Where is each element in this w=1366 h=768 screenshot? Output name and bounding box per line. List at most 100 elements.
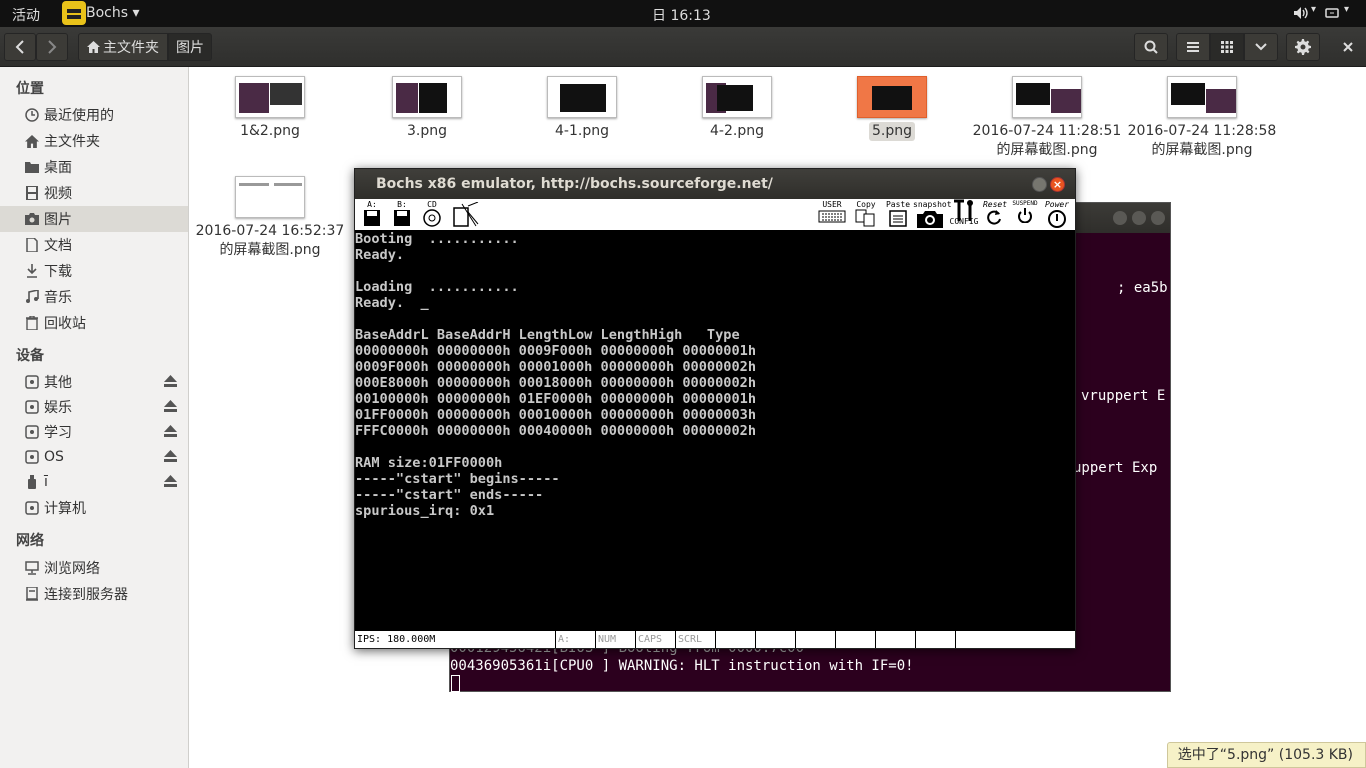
home-icon (24, 133, 40, 149)
sidebar-item-device-other[interactable]: 其他 (0, 369, 188, 395)
sidebar-item-recent[interactable]: 最近使用的 (0, 102, 188, 128)
forward-arrow-icon (48, 40, 57, 54)
file-item[interactable]: 4-2.png (662, 76, 812, 141)
clock[interactable]: 日 16:13 (652, 5, 711, 25)
minimize-button[interactable] (1032, 177, 1047, 192)
toolbar-label: snapshot (913, 200, 952, 209)
power-button[interactable]: Power (1041, 200, 1073, 231)
sidebar-item-label: 文档 (44, 238, 72, 254)
reset-button[interactable]: Reset (981, 200, 1009, 227)
bochs-window[interactable]: Bochs x86 emulator, http://bochs.sourcef… (354, 168, 1076, 649)
eject-icon[interactable] (164, 375, 177, 391)
status-slot (796, 631, 836, 648)
drive-icon (24, 500, 40, 516)
eject-icon[interactable] (164, 400, 177, 416)
eject-icon[interactable] (164, 425, 177, 441)
eject-icon[interactable] (164, 450, 177, 466)
sidebar-item-label: 视频 (44, 186, 72, 202)
search-icon (1144, 40, 1158, 54)
volume-icon[interactable] (1293, 6, 1309, 24)
file-item[interactable]: 1&2.png (195, 76, 345, 141)
sidebar-item-device-study[interactable]: 学习 (0, 419, 188, 445)
music-note-icon (24, 289, 40, 305)
sidebar-item-pictures[interactable]: 图片 (0, 206, 188, 232)
settings-button[interactable] (1286, 33, 1320, 61)
close-button[interactable]: × (1050, 177, 1065, 192)
screen-line (355, 311, 1075, 327)
floppy-a-button[interactable]: A: (361, 200, 383, 229)
drive-icon (24, 374, 40, 390)
boot-disk-icon (453, 201, 479, 227)
file-item[interactable]: 3.png (352, 76, 502, 141)
breadcrumb-home[interactable]: 主文件夹 (78, 33, 168, 61)
sidebar-item-music[interactable]: 音乐 (0, 284, 188, 310)
window-close-button[interactable] (1334, 33, 1362, 61)
sidebar-item-videos[interactable]: 视频 (0, 180, 188, 206)
file-name-line2: 的屏幕截图.png (1151, 142, 1253, 158)
close-button[interactable] (1151, 211, 1165, 225)
sidebar-item-trash[interactable]: 回收站 (0, 310, 188, 336)
sidebar-item-documents[interactable]: 文档 (0, 232, 188, 258)
user-button[interactable]: USER (817, 200, 847, 225)
sidebar-item-browse-network[interactable]: 浏览网络 (0, 555, 188, 581)
screen-line: Booting ........... (355, 231, 519, 247)
sidebar-item-label: OS (44, 449, 64, 465)
back-button[interactable] (4, 33, 36, 61)
suspend-button[interactable]: SUSPEND (1009, 200, 1041, 225)
grid-view-button[interactable] (1210, 33, 1244, 61)
toolbar-label: SUSPEND (1012, 200, 1038, 207)
sidebar-item-home[interactable]: 主文件夹 (0, 128, 188, 154)
file-name: 5.png (868, 122, 915, 141)
sidebar-item-downloads[interactable]: 下载 (0, 258, 188, 284)
snapshot-button[interactable]: snapshot (913, 200, 952, 231)
eject-icon[interactable] (164, 475, 177, 491)
file-item[interactable]: 2016-07-24 11:28:58 的屏幕截图.png (1127, 76, 1277, 160)
floppy-b-button[interactable]: B: (391, 200, 413, 229)
copy-button[interactable]: Copy (853, 200, 879, 229)
config-button[interactable]: CONFIG (949, 199, 979, 226)
film-icon (24, 185, 40, 201)
sidebar-item-desktop[interactable]: 桌面 (0, 154, 188, 180)
boot-button[interactable] (451, 201, 481, 230)
screen-line: 00000000h 00000000h 0009F000h 00000000h … (355, 343, 757, 359)
sidebar-item-connect-server[interactable]: 连接到服务器 (0, 581, 188, 607)
bochs-titlebar[interactable]: Bochs x86 emulator, http://bochs.sourcef… (355, 169, 1075, 199)
sidebar-item-device-os[interactable]: OS (0, 444, 188, 470)
breadcrumb-current[interactable]: 图片 (168, 33, 212, 61)
file-item[interactable]: 2016-07-24 16:52:37 的屏幕截图.png (195, 176, 345, 260)
camera-icon (917, 211, 943, 228)
chevron-down-icon (1255, 43, 1267, 51)
sidebar-item-computer[interactable]: 计算机 (0, 495, 188, 521)
power-icon[interactable] (1324, 6, 1340, 24)
file-item[interactable]: 2016-07-24 11:28:51 的屏幕截图.png (972, 76, 1122, 160)
status-slot (876, 631, 916, 648)
screen-line (355, 263, 1075, 279)
minimize-button[interactable] (1113, 211, 1127, 225)
sidebar-item-device-entertainment[interactable]: 娱乐 (0, 394, 188, 420)
activities-button[interactable]: 活动 (12, 5, 40, 25)
file-item-selected[interactable]: 5.png (817, 76, 967, 141)
search-button[interactable] (1134, 33, 1168, 61)
maximize-button[interactable] (1132, 211, 1146, 225)
drive-icon (24, 449, 40, 465)
terminal-line: ; ea5b (1117, 280, 1168, 296)
terminal-line: uppert Exp (1073, 460, 1158, 476)
file-item[interactable]: 4-1.png (507, 76, 657, 141)
screen-line: 00100000h 00000000h 01EF0000h 00000000h … (355, 391, 757, 407)
sidebar-item-label: 下载 (44, 264, 72, 280)
volume-menu-arrow-icon[interactable]: ▾ (1311, 4, 1316, 15)
screen-line: spurious_irq: 0x1 (355, 503, 495, 519)
status-slot (756, 631, 796, 648)
emulator-screen[interactable]: Booting ........... Ready. Loading ......… (355, 231, 1075, 631)
forward-button[interactable] (36, 33, 68, 61)
system-menu-arrow-icon[interactable]: ▾ (1344, 4, 1349, 15)
sidebar-item-label: 回收站 (44, 316, 86, 332)
list-view-button[interactable] (1176, 33, 1210, 61)
paste-icon (889, 210, 907, 227)
view-options-button[interactable] (1244, 33, 1278, 61)
status-slot (916, 631, 956, 648)
cdrom-button[interactable]: CD (421, 200, 443, 229)
paste-button[interactable]: Paste (885, 200, 911, 229)
sidebar-item-device-usb[interactable]: ī (0, 469, 188, 495)
app-menu[interactable]: Bochs ▾ (86, 5, 140, 21)
